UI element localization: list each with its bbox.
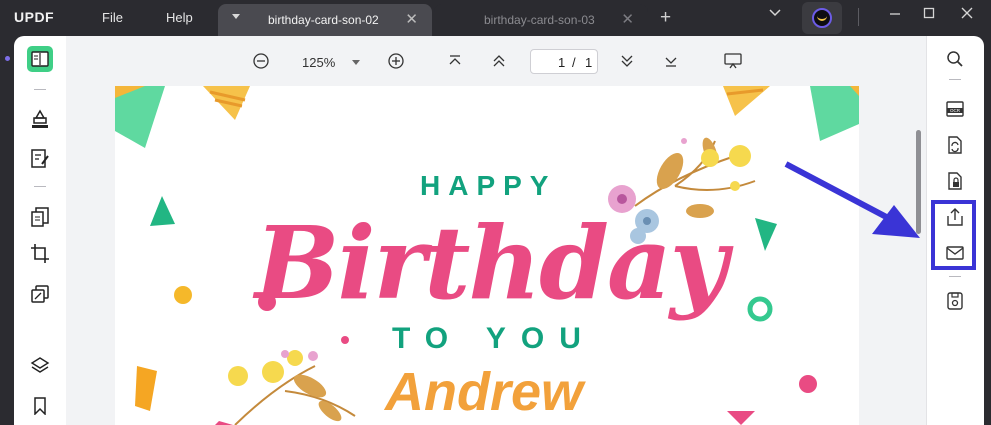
vertical-scrollbar[interactable] xyxy=(916,130,921,234)
separator xyxy=(949,276,961,277)
zoom-in-icon[interactable] xyxy=(385,50,407,72)
tab-birthday-card-son-02[interactable]: birthday-card-son-02 ✕ xyxy=(218,4,432,36)
card-line-birthday: Birthday xyxy=(255,204,728,322)
first-page-icon[interactable] xyxy=(444,50,466,72)
convert-icon[interactable] xyxy=(942,132,968,158)
tab-label: birthday-card-son-02 xyxy=(268,13,379,27)
separator xyxy=(34,186,46,187)
separator xyxy=(34,89,46,90)
card-name: Andrew xyxy=(385,362,584,422)
bookmark-icon[interactable] xyxy=(27,393,53,419)
zoom-out-icon[interactable] xyxy=(250,50,272,72)
page-tools-icon[interactable] xyxy=(27,281,53,307)
card-line-to-you: TO YOU xyxy=(392,322,596,355)
indicator-dot xyxy=(5,56,10,61)
pdf-page: HAPPY Birthday TO YOU Andrew xyxy=(115,86,859,425)
close-icon[interactable] xyxy=(960,6,974,24)
last-page-icon[interactable] xyxy=(660,50,682,72)
menu-help[interactable]: Help xyxy=(166,10,193,25)
maximize-icon[interactable] xyxy=(922,6,936,24)
green-pennant xyxy=(115,86,165,148)
separator xyxy=(949,79,961,80)
card-line-happy: HAPPY xyxy=(420,170,557,201)
previous-page-icon[interactable] xyxy=(488,50,510,72)
menu-file[interactable]: File xyxy=(102,10,123,25)
close-tab-icon[interactable]: ✕ xyxy=(405,10,418,28)
total-pages: 1 xyxy=(585,55,593,70)
divider xyxy=(858,4,859,26)
svg-text:OCR: OCR xyxy=(950,108,961,113)
account-button[interactable] xyxy=(802,2,842,34)
left-toolbar xyxy=(14,36,66,425)
annotation-highlight-box xyxy=(931,200,976,270)
save-icon[interactable] xyxy=(942,288,968,314)
page-number-field[interactable]: 1 / 1 xyxy=(530,49,598,74)
next-page-icon[interactable] xyxy=(616,50,638,72)
avatar xyxy=(812,8,832,28)
close-tab-icon[interactable]: ✕ xyxy=(621,10,634,28)
chevron-down-icon[interactable] xyxy=(768,6,782,24)
ocr-icon[interactable]: OCR xyxy=(942,96,968,122)
layers-icon[interactable] xyxy=(27,353,53,379)
protect-icon[interactable] xyxy=(942,168,968,194)
zoom-dropdown-icon[interactable] xyxy=(352,60,360,65)
green-pennant xyxy=(810,86,859,141)
minimize-icon[interactable] xyxy=(888,6,902,24)
current-page: 1 xyxy=(558,55,566,70)
crop-icon[interactable] xyxy=(27,241,53,267)
search-icon[interactable] xyxy=(942,46,968,72)
reader-icon[interactable] xyxy=(27,46,53,72)
zoom-level[interactable]: 125% xyxy=(302,55,335,70)
page-separator: / xyxy=(572,55,576,70)
presentation-icon[interactable] xyxy=(722,50,744,72)
organize-icon[interactable] xyxy=(27,204,53,230)
tab-menu-icon[interactable] xyxy=(232,14,240,19)
comment-icon[interactable] xyxy=(27,106,53,132)
new-tab-icon[interactable]: + xyxy=(660,7,671,29)
title-bar: UPDF File Help birthday-card-son-02 ✕ bi… xyxy=(0,0,991,36)
edit-icon[interactable] xyxy=(27,146,53,172)
app-logo: UPDF xyxy=(14,9,55,25)
tab-label: birthday-card-son-03 xyxy=(484,13,595,27)
tab-birthday-card-son-03[interactable]: birthday-card-son-03 ✕ xyxy=(434,4,648,36)
